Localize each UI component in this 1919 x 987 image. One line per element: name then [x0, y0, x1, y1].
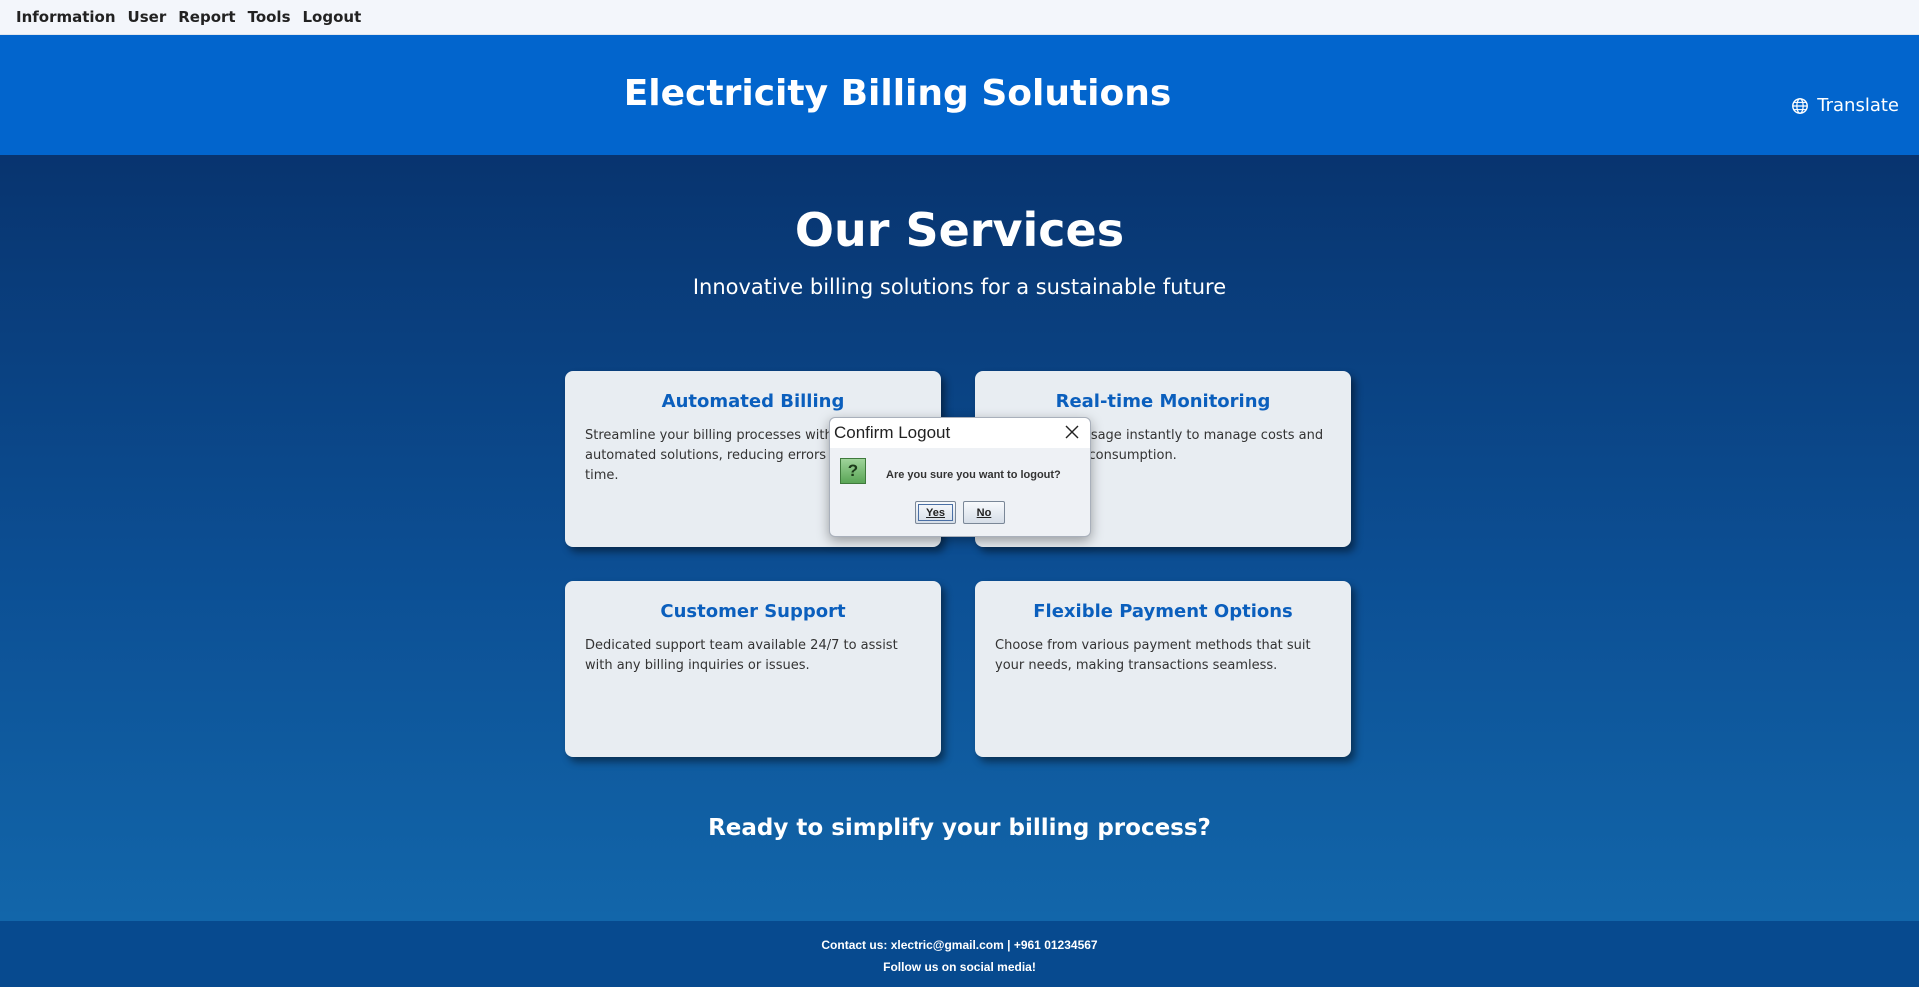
confirm-logout-dialog: Confirm Logout ? Are you sure you want t…	[829, 417, 1091, 537]
card-text: Choose from various payment methods that…	[995, 638, 1311, 673]
header-title: Electricity Billing Solutions	[623, 73, 1172, 114]
menu-logout[interactable]: Logout	[297, 8, 368, 26]
yes-button-label: Yes	[926, 506, 945, 519]
menu-user[interactable]: User	[122, 8, 173, 26]
card-title: Automated Billing	[661, 391, 845, 412]
question-icon: ?	[840, 458, 866, 484]
service-card-flexible-payment: Flexible Payment Options Choose from var…	[975, 581, 1351, 757]
card-title: Real-time Monitoring	[1055, 391, 1271, 412]
footer-social: Follow us on social media!	[883, 960, 1036, 974]
menu-information[interactable]: Information	[10, 8, 122, 26]
menu-bar: Information User Report Tools Logout	[0, 0, 1919, 35]
services-subtitle: Innovative billing solutions for a susta…	[692, 275, 1227, 299]
no-button[interactable]: No	[963, 501, 1005, 524]
dialog-message: Are you sure you want to logout?	[886, 469, 1061, 481]
card-title: Flexible Payment Options	[1033, 601, 1293, 622]
cta-heading: Ready to simplify your billing process?	[708, 815, 1211, 841]
yes-button[interactable]: Yes	[915, 501, 956, 524]
globe-icon	[1792, 97, 1809, 114]
translate-label: Translate	[1817, 95, 1899, 116]
service-card-customer-support: Customer Support Dedicated support team …	[565, 581, 941, 757]
services-section: Our Services Innovative billing solution…	[0, 155, 1919, 921]
card-text: Dedicated support team available 24/7 to…	[585, 638, 898, 673]
header: Electricity Billing Solutions Translate	[0, 35, 1919, 155]
dialog-titlebar[interactable]: Confirm Logout	[830, 418, 1090, 448]
card-title: Customer Support	[660, 601, 846, 622]
dialog-title: Confirm Logout	[834, 423, 951, 442]
menu-report[interactable]: Report	[172, 8, 241, 26]
translate-button[interactable]: Translate	[1791, 95, 1899, 116]
menu-tools[interactable]: Tools	[242, 8, 297, 26]
footer-contact: Contact us: xlectric@gmail.com | +961 01…	[821, 938, 1098, 952]
footer: Contact us: xlectric@gmail.com | +961 01…	[0, 921, 1919, 987]
close-icon[interactable]	[1062, 422, 1082, 442]
services-title: Our Services	[794, 203, 1125, 257]
no-button-label: No	[976, 506, 992, 519]
